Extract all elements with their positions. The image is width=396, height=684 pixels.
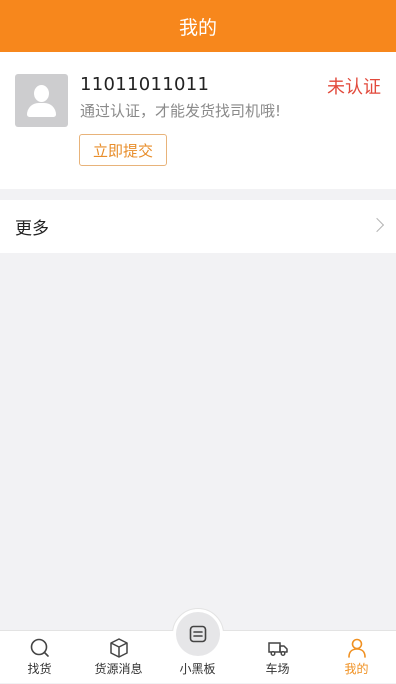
board-icon — [189, 625, 207, 643]
menu-item-more-label: 更多 — [15, 219, 49, 239]
tab-find-cargo[interactable]: 找货 — [0, 631, 79, 684]
person-icon — [347, 638, 366, 658]
truck-icon — [267, 642, 288, 656]
search-icon — [30, 638, 49, 657]
tab-cargo-messages[interactable]: 货源消息 — [79, 631, 158, 684]
verification-hint: 通过认证，才能发货找司机哦! — [80, 102, 282, 120]
profile-card: 11011011011 未认证 通过认证，才能发货找司机哦! 立即提交 — [0, 52, 396, 189]
tab-label: 找货 — [27, 662, 52, 676]
box-icon — [109, 638, 128, 658]
tab-label: 我的 — [344, 662, 369, 676]
page-title: 我的 — [178, 16, 217, 39]
tab-label: 车场 — [265, 662, 290, 676]
submit-button[interactable]: 立即提交 — [79, 134, 167, 166]
blackboard-center-button[interactable] — [176, 612, 220, 656]
chevron-right-icon — [369, 217, 385, 233]
menu-item-more[interactable]: 更多 — [0, 200, 396, 253]
avatar-head-shape — [34, 85, 49, 102]
tab-mine[interactable]: 我的 — [317, 631, 396, 684]
user-phone: 11011011011 — [80, 74, 210, 95]
tab-label: 货源消息 — [94, 662, 143, 676]
verification-status: 未认证 — [327, 77, 381, 98]
page-header: 我的 — [0, 0, 396, 52]
avatar-body-shape — [27, 103, 56, 117]
tab-label: 小黑板 — [179, 662, 216, 676]
avatar[interactable] — [15, 74, 68, 127]
tab-truck-yard[interactable]: 车场 — [238, 631, 317, 684]
